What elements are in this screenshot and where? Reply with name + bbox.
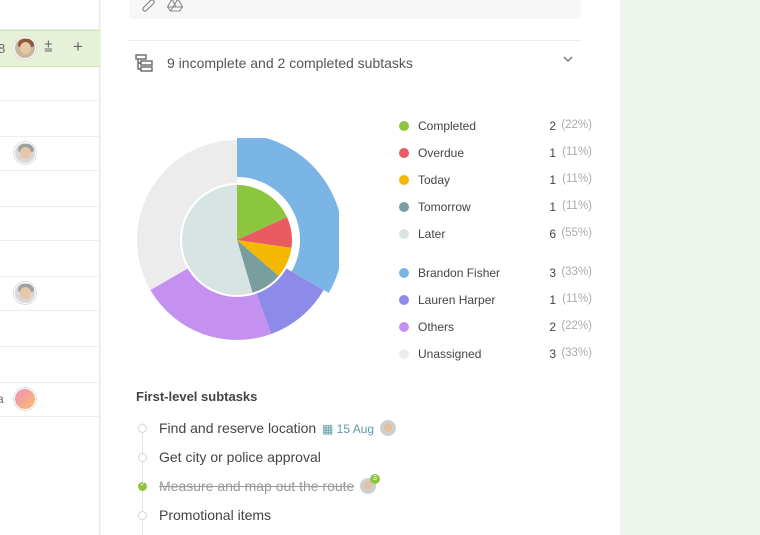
list-row[interactable] (0, 311, 100, 347)
due-date[interactable]: ▦ 15 Aug (322, 422, 374, 436)
assignee-avatar[interactable] (14, 282, 36, 304)
subtasks-summary: 9 incomplete and 2 completed subtasks (167, 55, 413, 71)
list-row[interactable]: a (0, 383, 100, 417)
legend-item-brandon-fisher[interactable]: Brandon Fisher 3 (33%) (398, 265, 594, 281)
legend-count: 1 (549, 293, 556, 307)
legend-swatch (399, 202, 409, 212)
subtask-row[interactable]: Find and reserve location ▦ 15 Aug (137, 419, 577, 439)
list-row[interactable] (0, 171, 100, 207)
legend-percent: (11%) (562, 293, 592, 305)
plus-icon[interactable]: + (73, 38, 83, 55)
section-divider (129, 40, 581, 41)
subtask-checkbox[interactable] (138, 511, 147, 520)
legend-swatch (399, 295, 409, 305)
subtask-checkbox[interactable] (138, 424, 147, 433)
task-detail-panel: 9 incomplete and 2 completed subtasks Co… (101, 0, 620, 535)
selected-task-row[interactable]: 8 ⩲ + (0, 30, 100, 67)
subtask-count-badge: 3 (370, 474, 380, 484)
subtask-title[interactable]: Find and reserve location (159, 420, 316, 436)
legend-label: Lauren Harper (418, 293, 496, 307)
legend-percent: (55%) (561, 227, 592, 239)
subtask-title[interactable]: Get city or police approval (159, 449, 321, 465)
truncated-text: a (0, 392, 4, 406)
list-row[interactable] (0, 0, 100, 30)
calendar-icon: ▦ (322, 422, 337, 436)
legend-percent: (22%) (561, 119, 592, 131)
legend-item-overdue[interactable]: Overdue 1 (11%) (398, 145, 594, 161)
assignee-avatar[interactable] (380, 420, 396, 436)
legend-label: Later (418, 227, 446, 241)
legend-count: 1 (549, 200, 556, 214)
assignee-avatar[interactable] (14, 142, 36, 164)
legend-label: Others (418, 320, 455, 334)
legend-item-tomorrow[interactable]: Tomorrow 1 (11%) (398, 199, 594, 215)
subtask-tree-icon (135, 54, 153, 72)
legend-item-completed[interactable]: Completed 2 (22%) (398, 118, 594, 134)
assignee-avatar[interactable] (14, 388, 36, 410)
legend-count: 3 (549, 347, 556, 361)
add-subtask-icon[interactable]: ⩲ (44, 40, 53, 55)
legend-count: 6 (549, 227, 556, 241)
subtask-checkbox[interactable] (138, 453, 147, 462)
legend-count: 3 (549, 266, 556, 280)
legend-swatch (399, 121, 409, 131)
legend-label: Brandon Fisher (418, 266, 501, 280)
subtask-row[interactable]: Get city or police approval (137, 448, 577, 468)
legend-percent: (22%) (561, 320, 592, 332)
legend-swatch (399, 175, 409, 185)
legend-item-lauren-harper[interactable]: Lauren Harper 1 (11%) (398, 292, 594, 308)
legend-item-later[interactable]: Later 6 (55%) (398, 226, 594, 242)
list-row[interactable] (0, 101, 100, 137)
list-row[interactable] (0, 137, 100, 171)
legend-label: Today (418, 173, 451, 187)
subtasks-donut-chart (137, 138, 339, 340)
paperclip-icon[interactable] (141, 0, 155, 15)
subtask-title[interactable]: Measure and map out the route (159, 478, 354, 494)
task-list-panel: 8 ⩲ + a (0, 0, 100, 535)
legend-swatch (399, 349, 409, 359)
legend-count: 2 (549, 320, 556, 334)
legend-percent: (33%) (561, 347, 592, 359)
truncated-text: 8 (0, 41, 6, 56)
assignee-avatar[interactable] (14, 37, 36, 59)
subtask-row[interactable]: Promotional items (137, 506, 577, 526)
legend-label: Overdue (418, 146, 465, 160)
legend-percent: (33%) (561, 266, 592, 278)
legend-percent: (11%) (562, 200, 592, 212)
legend-label: Completed (418, 119, 477, 133)
legend-item-today[interactable]: Today 1 (11%) (398, 172, 594, 188)
subtasks-header[interactable]: 9 incomplete and 2 completed subtasks (135, 52, 581, 76)
legend-item-others[interactable]: Others 2 (22%) (398, 319, 594, 335)
google-drive-icon[interactable] (166, 0, 184, 15)
legend-item-unassigned[interactable]: Unassigned 3 (33%) (398, 346, 594, 362)
legend-count: 1 (549, 173, 556, 187)
chevron-down-icon[interactable] (563, 52, 573, 67)
first-level-subtasks-title: First-level subtasks (136, 389, 258, 404)
due-date-text: 15 Aug (336, 422, 375, 436)
legend-swatch (399, 229, 409, 239)
list-row[interactable] (0, 207, 100, 241)
attachments-bar (129, 0, 581, 19)
list-row[interactable] (0, 241, 100, 277)
legend-swatch (399, 148, 409, 158)
subtask-checkbox-checked[interactable] (138, 480, 147, 491)
legend-label: Tomorrow (418, 200, 471, 214)
subtask-title[interactable]: Promotional items (159, 507, 271, 523)
legend-percent: (11%) (562, 146, 592, 158)
list-row[interactable] (0, 277, 100, 311)
list-row[interactable] (0, 67, 100, 101)
legend-percent: (11%) (562, 173, 592, 185)
list-row[interactable] (0, 347, 100, 383)
legend-swatch (399, 322, 409, 332)
legend-count: 2 (549, 119, 556, 133)
subtask-row[interactable]: Measure and map out the route 3 (137, 474, 577, 497)
legend-label: Unassigned (418, 347, 482, 361)
legend-swatch (399, 268, 409, 278)
legend-count: 1 (549, 146, 556, 160)
